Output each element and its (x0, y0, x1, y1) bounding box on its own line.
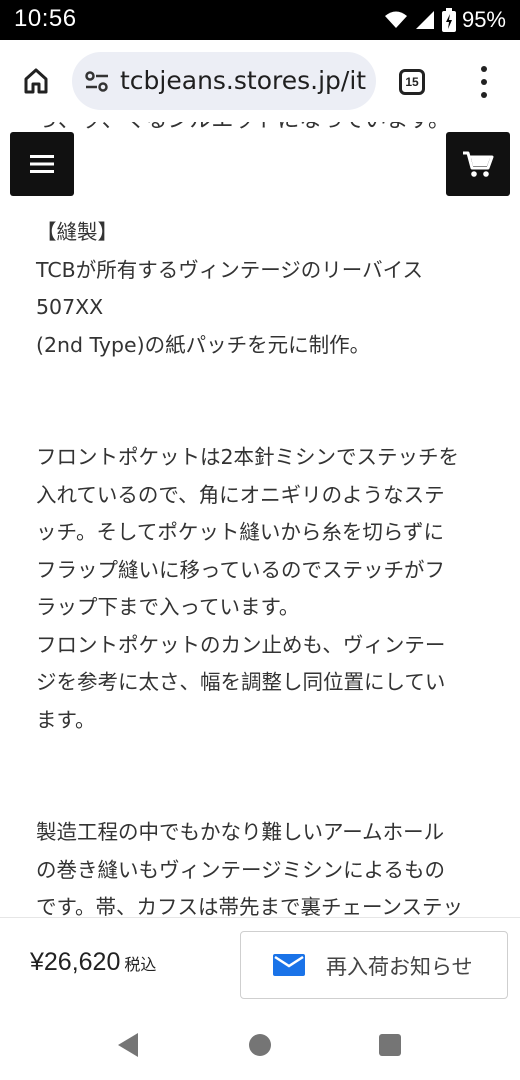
status-time: 10:56 (14, 5, 77, 32)
paragraph-sewing: 【縫製】 TCBが所有するヴィンテージのリーバイス 507XX (2nd Typ… (36, 214, 486, 364)
paragraph-front-pocket: フロントポケットは2本針ミシンでステッチを 入れているので、角にオニギリのような… (36, 439, 486, 739)
partial-text-line: っ、ッ、くるシルエットになっています。 (36, 122, 450, 134)
menu-dot (481, 79, 487, 85)
text-line: の巻き縫いもヴィンテージミシンによるもの (36, 857, 445, 882)
text-line: フロントポケットは2本針ミシンでステッチを (36, 445, 460, 469)
text-line: ます。 (36, 707, 96, 732)
text-line: ジを参考に太さ、幅を調整し同位置にしてい (36, 670, 446, 694)
cart-icon (463, 151, 494, 177)
purchase-bar: ¥26,620 税込 再入荷お知らせ (0, 917, 520, 1012)
tax-label: 税込 (124, 957, 157, 974)
paragraph-armhole: 製造工程の中でもかなり難しいアームホール の巻き縫いもヴィンテージミシンによるも… (36, 814, 486, 917)
status-icons: 95% (384, 6, 506, 34)
battery-charging-icon (441, 8, 456, 32)
text-line: です。帯、カフスは帯先まで裏チェーンステッ (36, 895, 464, 917)
text-line: フロントポケットのカン止めも、ヴィンテー (36, 632, 446, 657)
menu-dot (481, 92, 487, 98)
status-bar: 10:56 95% (0, 0, 520, 40)
site-settings-icon[interactable] (84, 69, 110, 95)
more-vert-icon[interactable] (474, 66, 494, 98)
signal-icon (415, 11, 434, 29)
menu-dot (481, 66, 487, 72)
product-description: っ、ッ、くるシルエットになっています。 【縫製】 TCBが所有するヴィンテージの… (0, 122, 520, 917)
home-circle-icon[interactable] (249, 1034, 271, 1056)
system-nav-bar (0, 1012, 520, 1080)
text-line: 【縫製】 (36, 220, 118, 244)
text-line: ッチ。そしてポケット縫いから糸を切らずに (36, 520, 444, 544)
url-bar[interactable]: tcbjeans.stores.jp/it (72, 52, 376, 110)
text-line: 507XX (36, 295, 104, 319)
text-line: 製造工程の中でもかなり難しいアームホール (36, 820, 445, 844)
battery-percent: 95% (461, 7, 506, 32)
browser-toolbar: tcbjeans.stores.jp/it 15 (0, 40, 520, 122)
text-line: 入れているので、角にオニギリのようなステ (36, 482, 445, 507)
text-line: フラップ縫いに移っているのでステッチがフ (36, 557, 445, 582)
price: ¥26,620 税込 (30, 948, 156, 977)
url-text: tcbjeans.stores.jp/it (120, 66, 367, 95)
home-button[interactable] (16, 61, 56, 101)
home-icon (24, 68, 48, 94)
restock-notify-label: 再入荷お知らせ (326, 955, 473, 979)
text-line: (2nd Type)の紙パッチを元に制作。 (36, 332, 371, 357)
back-icon[interactable] (117, 1032, 139, 1058)
wifi-icon (384, 11, 407, 28)
recents-icon[interactable] (379, 1034, 401, 1056)
restock-notify-button[interactable]: 再入荷お知らせ (240, 931, 508, 999)
mail-icon (273, 954, 305, 976)
price-value: ¥26,620 (30, 948, 121, 976)
menu-button[interactable] (10, 132, 74, 196)
text-line: TCBが所有するヴィンテージのリーバイス (36, 257, 423, 282)
cart-button[interactable] (446, 132, 510, 196)
tab-switcher-button[interactable]: 15 (399, 69, 425, 95)
hamburger-icon (30, 155, 54, 173)
text-line: ラップ下まで入っています。 (36, 595, 300, 619)
